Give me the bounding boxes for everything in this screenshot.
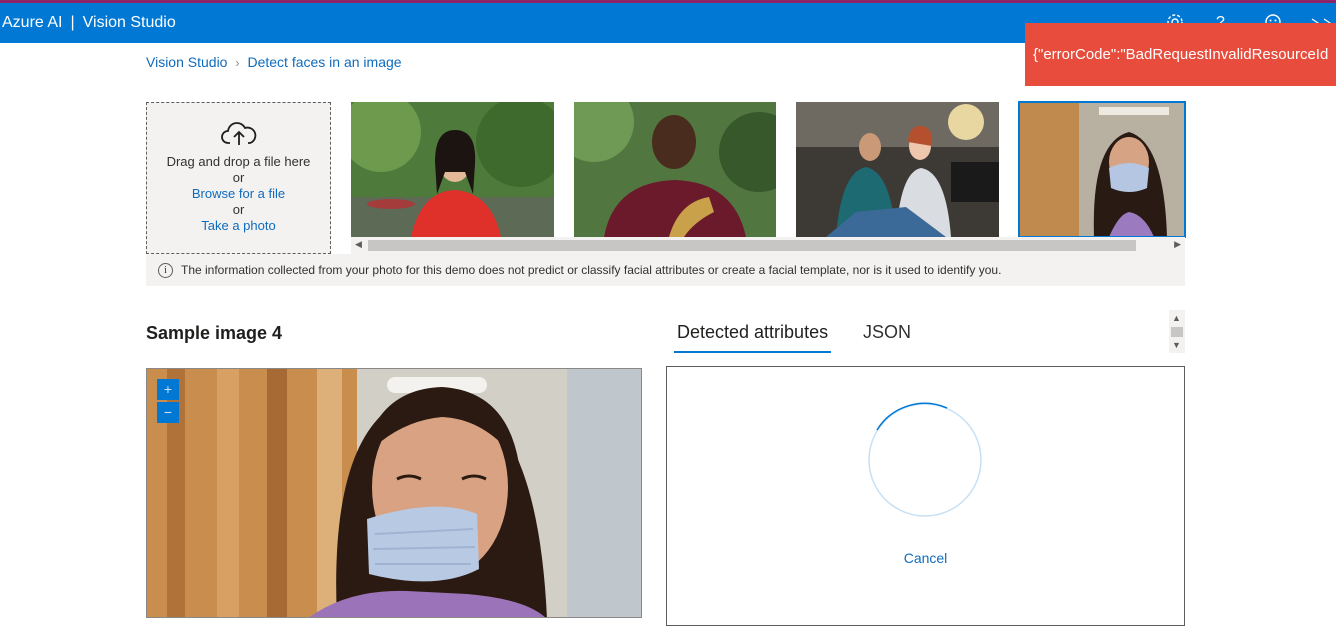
scroll-left-icon[interactable]: ◀ [355,239,362,250]
product-name: Vision Studio [82,14,176,31]
or-text: or [232,170,245,185]
cloud-upload-icon [220,122,256,145]
sample-thumbnail-3[interactable] [796,102,999,237]
drag-drop-text: Drag and drop a file here [166,154,311,169]
tab-json[interactable]: JSON [863,322,911,351]
or-text: or [232,202,245,217]
scroll-down-icon[interactable]: ▼ [1172,340,1181,350]
title-separator: | [70,14,75,31]
zoom-out-button[interactable]: − [157,402,179,423]
browse-file-link[interactable]: Browse for a file [147,186,330,202]
chevron-right-icon: › [235,56,240,70]
zoom-in-button[interactable]: + [157,379,179,400]
scroll-right-icon[interactable]: ▶ [1174,239,1181,250]
breadcrumb-home[interactable]: Vision Studio [146,54,227,70]
tab-detected-attributes[interactable]: Detected attributes [674,322,832,353]
app-title[interactable]: Azure AI | Vision Studio [2,14,176,32]
sample-photo [147,369,641,617]
scroll-up-icon[interactable]: ▲ [1172,313,1181,323]
breadcrumb-current[interactable]: Detect faces in an image [247,54,401,70]
cancel-link[interactable]: Cancel [667,550,1184,566]
error-toast[interactable]: {"errorCode":"BadRequestInvalidResourceI… [1025,23,1336,86]
take-photo-link[interactable]: Take a photo [147,218,330,234]
brand-name: Azure AI [2,14,63,31]
tabs-scrollbar[interactable]: ▲ ▼ [1169,310,1185,353]
thumbnail-scrollbar[interactable]: ◀ ▶ [351,237,1185,254]
scrollbar-thumb[interactable] [1171,327,1183,337]
info-text: The information collected from your phot… [181,263,1002,277]
sample-thumbnail-2[interactable] [574,102,776,237]
sample-thumbnail-1[interactable] [351,102,554,237]
results-panel: Cancel [666,366,1185,626]
info-banner: i The information collected from your pho… [146,254,1185,286]
sample-thumbnail-4[interactable] [1018,101,1186,238]
loading-spinner [868,402,982,517]
info-icon: i [158,263,173,279]
sample-image-title: Sample image 4 [146,323,283,343]
scrollbar-thumb[interactable] [368,240,1136,251]
upload-dropzone[interactable]: Drag and drop a file here or Browse for … [146,102,331,254]
breadcrumb: Vision Studio › Detect faces in an image [146,54,402,70]
image-viewer: + − [146,368,642,618]
